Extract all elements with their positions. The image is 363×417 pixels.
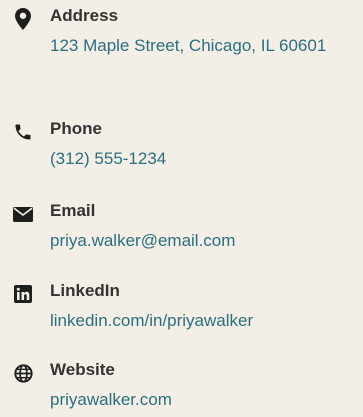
website-label: Website [50, 360, 115, 379]
linkedin-icon [12, 283, 34, 305]
email-link[interactable]: priya.walker@email.com [50, 228, 360, 254]
address-label: Address [50, 6, 119, 25]
address-value: 123 Maple Street, Chicago, IL 60601 [50, 36, 327, 55]
envelope-icon [12, 203, 34, 225]
website-link[interactable]: priyawalker.com [50, 387, 360, 413]
phone-icon [12, 121, 34, 143]
phone-label: Phone [50, 119, 102, 138]
globe-icon [12, 362, 34, 384]
linkedin-label: LinkedIn [50, 281, 120, 300]
email-label: Email [50, 201, 96, 220]
contact-item-address: Address 123 Maple Street, Chicago, IL 60… [0, 0, 363, 92]
contact-list: Address 123 Maple Street, Chicago, IL 60… [0, 0, 363, 417]
contact-item-linkedin: LinkedIn linkedin.com/in/priyawalker [0, 275, 363, 339]
contact-item-email: Email priya.walker@email.com [0, 195, 363, 259]
phone-link[interactable]: (312) 555-1234 [50, 146, 360, 172]
map-marker-icon [12, 8, 34, 30]
contact-item-website: Website priyawalker.com [0, 354, 363, 417]
contact-item-phone: Phone (312) 555-1234 [0, 113, 363, 177]
linkedin-link[interactable]: linkedin.com/in/priyawalker [50, 308, 360, 334]
